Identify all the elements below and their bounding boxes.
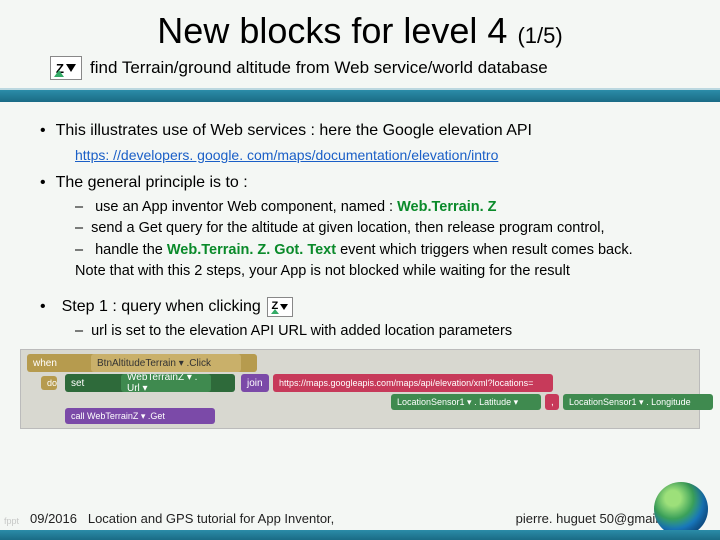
terrain-altitude-icon-small: Z [267, 297, 293, 317]
sub-component: use an App inventor Web component, named… [75, 198, 680, 218]
elevation-api-link[interactable]: https: //developers. google. com/maps/do… [75, 147, 498, 163]
divider-bar [0, 88, 720, 102]
globe-icon [654, 482, 708, 536]
block-click: BtnAltitudeTerrain ▾ .Click [91, 354, 241, 372]
block-join: join [241, 374, 269, 392]
title-pager: (1/5) [517, 23, 562, 48]
block-longitude: LocationSensor1 ▾ . Longitude [563, 394, 713, 410]
sub-handle: handle the Web.Terrain. Z. Got. Text eve… [75, 241, 680, 261]
sub-getquery: send a Get query for the altitude at giv… [75, 219, 680, 239]
content: This illustrates use of Web services : h… [0, 102, 720, 341]
block-call-get: call WebTerrainZ ▾ .Get [65, 408, 215, 424]
subtitle-row: Z find Terrain/ground altitude from Web … [50, 56, 670, 80]
footer: 09/2016 Location and GPS tutorial for Ap… [30, 511, 690, 526]
code-blocks-image: when BtnAltitudeTerrain ▾ .Click do set … [20, 349, 700, 429]
link-row: https: //developers. google. com/maps/do… [75, 146, 680, 167]
footer-title: Location and GPS tutorial for App Invent… [88, 511, 334, 526]
subtitle-text: find Terrain/ground altitude from Web se… [90, 58, 548, 78]
block-comma: , [545, 394, 559, 410]
bullet-principle: The general principle is to : [40, 172, 680, 194]
terrain-altitude-icon: Z [50, 56, 82, 80]
footer-date: 09/2016 [30, 511, 77, 526]
block-url-string: https://maps.googleapis.com/maps/api/ele… [273, 374, 553, 392]
watermark-fppt: fppt [4, 516, 19, 526]
block-set-url: WebTerrainZ ▾ . Url ▾ [121, 374, 211, 392]
footer-bar [0, 530, 720, 540]
note-nonblocking: Note that with this 2 steps, your App is… [75, 262, 680, 282]
bullet-step1: Step 1 : query when clicking Z [40, 296, 680, 318]
title-main: New blocks for level 4 [157, 10, 517, 51]
page-title: New blocks for level 4 (1/5) [50, 10, 670, 52]
sub-url: url is set to the elevation API URL with… [75, 322, 680, 342]
got-text-event: Web.Terrain. Z. Got. Text [167, 242, 336, 258]
header: New blocks for level 4 (1/5) Z find Terr… [0, 0, 720, 80]
block-latitude: LocationSensor1 ▾ . Latitude ▾ [391, 394, 541, 410]
block-do: do [41, 376, 57, 390]
slide: New blocks for level 4 (1/5) Z find Terr… [0, 0, 720, 540]
footer-left: 09/2016 Location and GPS tutorial for Ap… [30, 511, 334, 526]
web-terrain-z: Web.Terrain. Z [397, 199, 496, 215]
bullet-webservices: This illustrates use of Web services : h… [40, 120, 680, 142]
